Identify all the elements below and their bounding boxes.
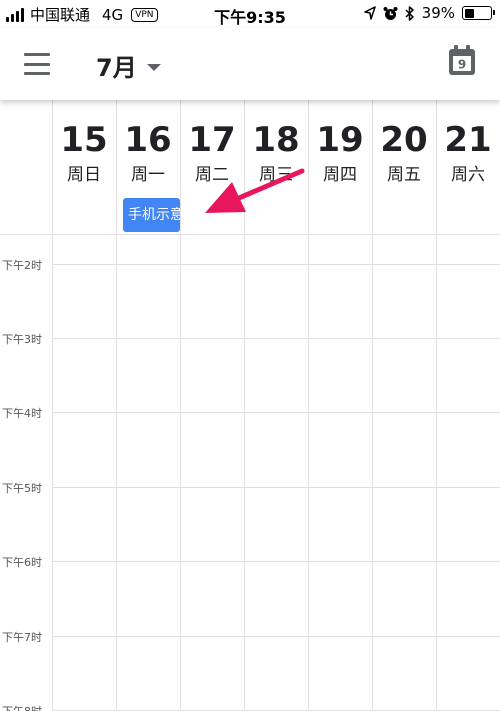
battery-icon [462,6,495,20]
time-label: 下午3时 [2,333,42,346]
location-icon [363,6,376,20]
grid-horizontal-line [52,636,500,637]
day-number: 17 [188,120,236,160]
grid-horizontal-line [52,412,500,413]
battery-fill [464,8,475,18]
grid-horizontal-line [52,264,500,265]
bluetooth-icon [405,5,414,21]
day-number: 18 [252,120,300,160]
grid-horizontal-line [52,338,500,339]
grid-horizontal-line [52,487,500,488]
day-column-header[interactable]: 19 周四 [308,100,372,234]
day-column-header[interactable]: 20 周五 [372,100,436,234]
day-column-header[interactable]: 18 周三 [244,100,308,234]
status-bar: 中国联通 4G VPN 下午9:35 39% [0,0,500,28]
status-right: 39% [363,4,495,22]
time-label: 下午8时 [2,703,42,711]
grid-horizontal-line [0,234,500,235]
day-header-row: 15 周日 16 周一 17 周二 18 周三 19 周四 20 周五 21 周六 [0,100,500,234]
time-label: 下午2时 [2,259,42,272]
battery-percent: 39% [421,4,455,22]
month-selector[interactable]: 7月 [96,48,161,83]
day-number: 21 [444,120,492,160]
day-weekday: 周日 [67,165,101,185]
day-number: 19 [316,120,364,160]
menu-icon[interactable] [24,53,50,75]
day-weekday: 周五 [387,165,421,185]
time-label: 下午4时 [2,407,42,420]
day-column-header[interactable]: 21 周六 [436,100,500,234]
day-weekday: 周二 [195,165,229,185]
day-weekday: 周六 [451,165,485,185]
app-bar: 7月 9 [0,28,500,100]
day-column-header[interactable]: 17 周二 [180,100,244,234]
dropdown-caret-icon [146,63,161,71]
day-number: 20 [380,120,428,160]
month-label: 7月 [96,54,137,82]
grid-horizontal-line [52,561,500,562]
time-label: 下午7时 [2,631,42,644]
today-date: 9 [458,58,466,72]
time-label: 下午5时 [2,482,42,495]
day-weekday: 周三 [259,165,293,185]
day-number: 16 [124,120,172,160]
calendar-today-icon: 9 [449,45,475,75]
alarm-icon [383,6,398,20]
day-weekday: 周四 [323,165,357,185]
day-weekday: 周一 [131,165,165,185]
event-chip[interactable]: 手机示意 [123,198,180,232]
day-number: 15 [60,120,108,160]
today-button[interactable]: 9 [448,44,476,76]
time-label: 下午6时 [2,556,42,569]
day-column-header[interactable]: 15 周日 [52,100,116,234]
